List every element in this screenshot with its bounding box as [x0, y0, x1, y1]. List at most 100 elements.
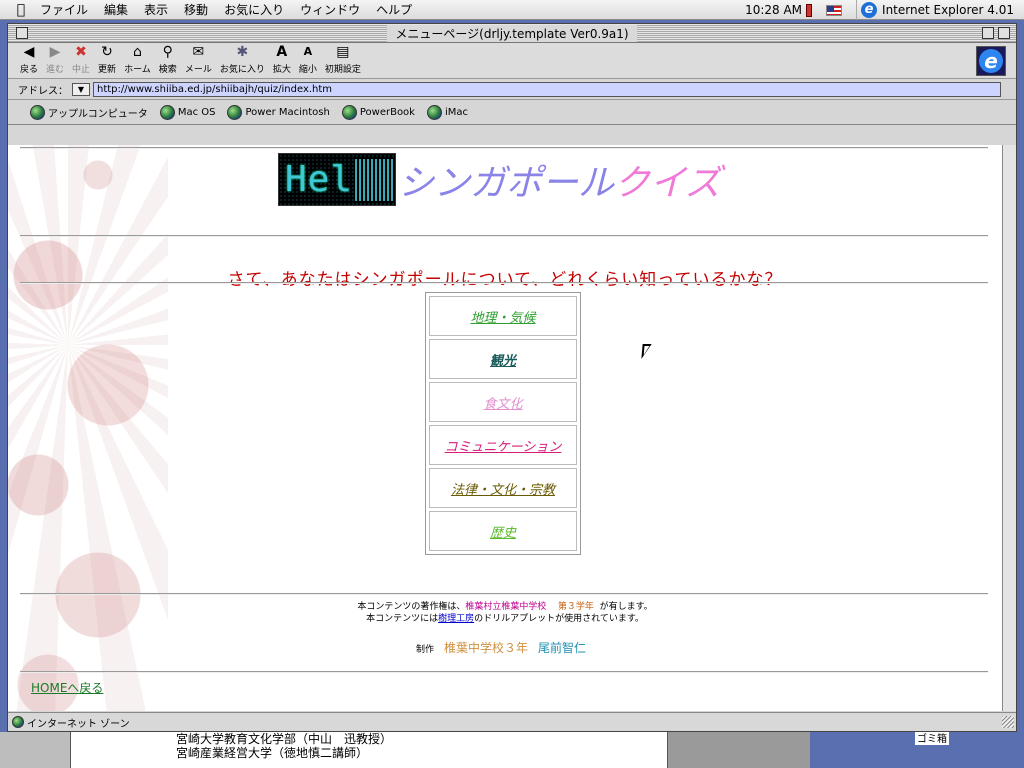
collapse-box-icon[interactable] — [998, 27, 1010, 39]
apple-menu-icon[interactable]:  — [10, 2, 32, 18]
favorite-label: Power Macintosh — [245, 106, 330, 118]
ie-logo-icon: e — [979, 49, 1003, 73]
globe-icon — [159, 104, 175, 120]
menu-window[interactable]: ウィンドウ — [292, 1, 368, 18]
quiz-header: Hel シンガポールクイズ — [278, 153, 721, 206]
stop-label: 中止 — [72, 65, 91, 75]
menu-cell: コミュニケーション — [429, 425, 577, 465]
menu-file[interactable]: ファイル — [32, 1, 96, 18]
address-label: アドレス： — [18, 85, 68, 97]
smaller-text-label: 縮小 — [298, 65, 317, 75]
window-title: メニューページ(drljy.template Ver0.9a1) — [387, 24, 637, 42]
mail-icon: ✉ — [192, 44, 205, 60]
led-text: Hel — [285, 159, 354, 200]
address-input[interactable] — [93, 81, 1001, 97]
mail-button[interactable]: ✉ メール — [181, 44, 216, 78]
copyright-prefix: 本コンテンツの著作権は、 — [357, 602, 466, 612]
resize-handle-icon[interactable] — [1002, 716, 1014, 728]
search-icon: ⚲ — [162, 44, 173, 60]
favorite-link-apple[interactable]: アップルコンピュータ — [30, 104, 148, 120]
forward-arrow-icon: ▶ — [49, 44, 61, 60]
menu-help[interactable]: ヘルプ — [368, 1, 420, 18]
favorites-button[interactable]: ✱ お気に入り — [216, 44, 269, 78]
menu-cell: 観光 — [429, 339, 577, 379]
page-content: Hel シンガポールクイズ さて、あなたはシンガポールについて、どれくらい知って… — [8, 145, 1002, 711]
internet-explorer-icon: e — [861, 2, 878, 18]
browser-toolbar: ◀ 戻る ▶ 進む ✖ 中止 ↻ 更新 ⌂ ホーム ⚲ 検索 ✉ メール ✱ お — [8, 43, 1016, 79]
forward-button[interactable]: ▶ 進む — [42, 44, 68, 78]
title-accent: クイズ — [614, 163, 721, 204]
globe-icon — [30, 104, 45, 120]
divider — [20, 593, 988, 595]
globe-icon — [227, 104, 243, 120]
category-link-geography[interactable]: 地理・気候 — [470, 307, 535, 326]
trash-label[interactable]: ゴミ箱 — [915, 730, 949, 745]
category-link-tourism[interactable]: 観光 — [490, 350, 516, 369]
close-box-icon[interactable] — [16, 27, 28, 39]
category-link-history[interactable]: 歴史 — [490, 522, 516, 541]
copyright-line: 本コンテンツの著作権は、椎葉村立椎葉中学校 第３学年 が有します。 — [8, 601, 1002, 613]
menubar-clock[interactable]: 10:28 AM — [741, 3, 806, 17]
vertical-scrollbar[interactable] — [1002, 145, 1016, 711]
status-bar: インターネット ゾーン — [8, 712, 1016, 731]
favorites-bar: アップルコンピュータ Mac OS Power Macintosh PowerB… — [8, 100, 1016, 125]
battery-icon[interactable] — [806, 3, 813, 17]
favorite-label: アップルコンピュータ — [48, 108, 148, 120]
mouse-pointer-icon — [641, 344, 652, 359]
favorite-link-imac[interactable]: iMac — [426, 104, 468, 120]
background-document-window[interactable]: 宮崎大学教育文化学部（中山 迅教授） 宮崎産業経営大学（徳地慎二講師） — [70, 732, 668, 768]
menu-edit[interactable]: 編集 — [96, 1, 136, 18]
menu-cell: 食文化 — [429, 382, 577, 422]
credit-school: 椎葉中学校３年 — [444, 641, 529, 655]
menu-view[interactable]: 表示 — [136, 1, 176, 18]
category-link-law-culture-religion[interactable]: 法律・文化・宗教 — [451, 479, 555, 498]
security-zone: インターネット ゾーン — [27, 718, 130, 730]
refresh-button[interactable]: ↻ 更新 — [94, 44, 120, 78]
menu-favorites[interactable]: お気に入り — [216, 1, 292, 18]
divider — [20, 235, 988, 237]
applet-prefix: 本コンテンツには — [366, 614, 439, 624]
category-link-food[interactable]: 食文化 — [483, 393, 522, 412]
globe-icon — [341, 104, 357, 120]
production-credit: 制作 椎葉中学校３年 尾前智仁 — [416, 639, 586, 656]
home-link[interactable]: HOMEへ戻る — [31, 679, 103, 696]
applet-author-link[interactable]: 樹理工房 — [438, 614, 474, 624]
home-button[interactable]: ⌂ ホーム — [120, 44, 155, 78]
keyboard-layout-flag-icon[interactable] — [826, 4, 843, 16]
preferences-button[interactable]: ▤ 初期設定 — [321, 44, 365, 78]
internet-zone-globe-icon — [12, 716, 24, 728]
flower-background-decoration — [8, 145, 168, 711]
search-label: 検索 — [158, 65, 177, 75]
stop-icon: ✖ — [75, 44, 87, 60]
menu-cell: 地理・気候 — [429, 296, 577, 336]
application-name: Internet Explorer 4.01 — [882, 3, 1014, 17]
ie-throbber-logo[interactable]: e — [976, 46, 1006, 76]
page-title: シンガポールクイズ — [398, 154, 721, 206]
favorites-label: お気に入り — [219, 65, 265, 75]
browser-window: メニューページ(drljy.template Ver0.9a1) ◀ 戻る ▶ … — [7, 23, 1017, 732]
credit-label: 制作 — [416, 645, 435, 655]
window-titlebar[interactable]: メニューページ(drljy.template Ver0.9a1) — [8, 24, 1016, 43]
address-dropdown-icon[interactable]: ▼ — [72, 82, 90, 96]
zoom-box-icon[interactable] — [982, 27, 994, 39]
category-link-communication[interactable]: コミュニケーション — [445, 436, 562, 455]
application-menu[interactable]: e Internet Explorer 4.01 — [856, 0, 1024, 20]
led-banner-applet: Hel — [278, 153, 396, 206]
favorite-link-power-macintosh[interactable]: Power Macintosh — [227, 104, 330, 120]
search-button[interactable]: ⚲ 検索 — [155, 44, 181, 78]
larger-text-button[interactable]: A 拡大 — [269, 44, 295, 78]
stop-button[interactable]: ✖ 中止 — [68, 44, 94, 78]
larger-text-label: 拡大 — [272, 65, 291, 75]
background-doc-line: 宮崎産業経営大学（徳地慎二講師） — [176, 746, 369, 760]
refresh-icon: ↻ — [101, 44, 113, 60]
smaller-text-button[interactable]: A 縮小 — [295, 44, 321, 78]
preferences-icon: ▤ — [336, 44, 350, 60]
favorite-link-powerbook[interactable]: PowerBook — [341, 104, 415, 120]
refresh-label: 更新 — [98, 65, 117, 75]
favorite-link-macos[interactable]: Mac OS — [159, 104, 215, 120]
forward-label: 進む — [46, 65, 65, 75]
menu-cell: 歴史 — [429, 511, 577, 551]
menu-go[interactable]: 移動 — [176, 1, 216, 18]
back-button[interactable]: ◀ 戻る — [16, 44, 42, 78]
address-bar: アドレス： ▼ — [8, 79, 1016, 100]
